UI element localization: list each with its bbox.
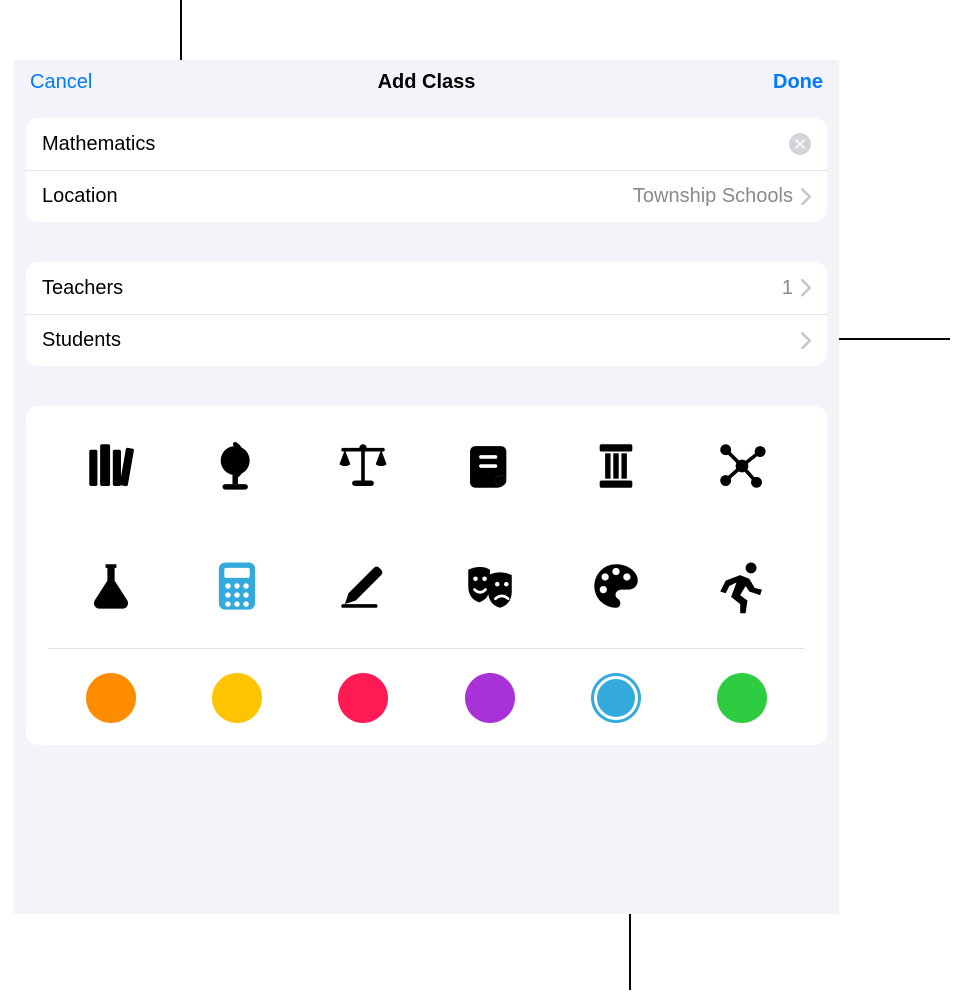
column-icon[interactable]: [584, 434, 648, 498]
students-label: Students: [42, 329, 121, 352]
navbar: Cancel Add Class Done: [14, 60, 839, 104]
color-swatch-pink[interactable]: [338, 673, 388, 723]
clear-text-button[interactable]: [789, 133, 811, 155]
color-swatch-yellow[interactable]: [212, 673, 262, 723]
color-swatch-purple[interactable]: [465, 673, 515, 723]
books-icon[interactable]: [79, 434, 143, 498]
chevron-right-icon: [801, 189, 811, 205]
class-name-row: [26, 118, 827, 170]
calculator-icon[interactable]: [205, 554, 269, 618]
add-class-panel: Cancel Add Class Done Location Township …: [14, 60, 839, 914]
chevron-right-icon: [801, 280, 811, 296]
color-swatch-blue[interactable]: [591, 673, 641, 723]
color-swatch-green[interactable]: [717, 673, 767, 723]
appearance-picker: [26, 406, 827, 745]
done-button[interactable]: Done: [743, 71, 823, 94]
flask-icon[interactable]: [79, 554, 143, 618]
location-label: Location: [42, 185, 118, 208]
close-icon: [795, 139, 805, 149]
runner-icon[interactable]: [710, 554, 774, 618]
divider: [48, 648, 805, 649]
icon-grid: [48, 434, 805, 618]
molecule-icon[interactable]: [710, 434, 774, 498]
palette-icon[interactable]: [584, 554, 648, 618]
cancel-button[interactable]: Cancel: [30, 71, 110, 94]
location-value: Township Schools: [633, 185, 793, 208]
teachers-label: Teachers: [42, 277, 123, 300]
location-row[interactable]: Location Township Schools: [26, 170, 827, 222]
panel-title: Add Class: [110, 71, 743, 94]
teachers-row[interactable]: Teachers 1: [26, 262, 827, 314]
scroll-icon[interactable]: [458, 434, 522, 498]
pencil-icon[interactable]: [331, 554, 395, 618]
students-row[interactable]: Students: [26, 314, 827, 366]
class-name-input[interactable]: [42, 133, 789, 156]
color-swatch-orange[interactable]: [86, 673, 136, 723]
theater-masks-icon[interactable]: [458, 554, 522, 618]
teachers-count: 1: [782, 277, 793, 300]
chevron-right-icon: [801, 333, 811, 349]
globe-icon[interactable]: [205, 434, 269, 498]
class-info-group: Location Township Schools: [26, 118, 827, 222]
scales-icon[interactable]: [331, 434, 395, 498]
color-row: [48, 673, 805, 723]
people-group: Teachers 1 Students: [26, 262, 827, 366]
